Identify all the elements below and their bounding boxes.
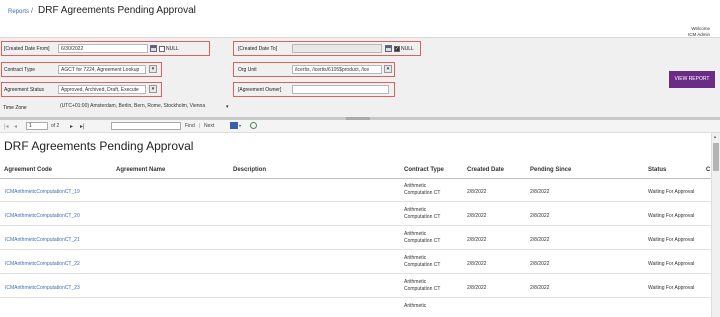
table-row: ICMArithmeticComputationCT_19 Arithmetic…	[0, 179, 711, 202]
column-header-status: Status	[648, 167, 667, 173]
time-zone-label: Time Zone	[3, 105, 27, 111]
refresh-icon[interactable]	[250, 122, 257, 129]
report-toolbar: |◂ ◂ 1 of 2 ▸ ▸| Find | Next ▾	[0, 120, 720, 133]
created-date-cell: 2/8/2022	[467, 285, 487, 291]
pending-since-cell: 2/8/2022	[530, 213, 550, 219]
report-parameters-panel: [Created Date From] 6/30/2022 NULL [Crea…	[0, 37, 720, 117]
created-date-to-input[interactable]	[292, 44, 382, 53]
status-cell: Waiting For Approval	[648, 213, 695, 219]
last-page-icon[interactable]: ▸|	[80, 123, 85, 130]
contract-type-select[interactable]: AGCT for 7224, Agreement Lookup	[58, 65, 146, 74]
report-body: DRF Agreements Pending Approval Agreemen…	[0, 133, 711, 317]
column-header-c: C	[706, 167, 711, 173]
created-date-cell: 2/8/2022	[467, 189, 487, 195]
contract-type-cell: Arithmetic Computation CT	[404, 183, 441, 196]
calendar-icon[interactable]	[385, 45, 392, 52]
agreement-code-link[interactable]: ICMArithmeticComputationCT_23	[5, 285, 80, 291]
export-dropdown-icon[interactable]: ▾	[239, 123, 241, 128]
org-unit-label: Org Unit	[238, 67, 257, 73]
table-row: ICMArithmeticComputationCT_23 Arithmetic…	[0, 275, 711, 298]
column-header-created-date: Created Date	[467, 167, 505, 173]
status-cell: Waiting For Approval	[648, 261, 695, 267]
column-header-agreement-name: Agreement Name	[116, 167, 166, 173]
created-date-from-label: [Created Date From]	[4, 46, 50, 52]
prev-page-icon[interactable]: ◂	[14, 123, 17, 130]
contract-type-cell: Arithmetic	[404, 303, 427, 309]
report-title: DRF Agreements Pending Approval	[4, 139, 194, 153]
agreement-code-link[interactable]: ICMArithmeticComputationCT_21	[5, 237, 80, 243]
null-label: NULL	[166, 46, 179, 52]
agreement-owner-label: [Agreement Owner]	[238, 87, 282, 93]
created-date-cell: 2/8/2022	[467, 213, 487, 219]
contract-type-cell: Arithmetic Computation CT	[404, 279, 441, 292]
next-page-icon[interactable]: ▸	[70, 123, 73, 130]
find-input[interactable]	[111, 122, 181, 130]
page-number-input[interactable]: 1	[26, 122, 48, 130]
view-report-button[interactable]: VIEW REPORT	[669, 71, 715, 88]
status-cell: Waiting For Approval	[648, 189, 695, 195]
time-zone-select[interactable]: (UTC+01:00) Amsterdam, Berlin, Bern, Rom…	[58, 102, 224, 111]
column-header-pending-since: Pending Since	[530, 167, 572, 173]
column-header-agreement-code: Agreement Code	[4, 167, 53, 173]
calendar-icon[interactable]	[150, 45, 157, 52]
created-date-from-null-checkbox[interactable]	[159, 46, 165, 52]
breadcrumb-separator: /	[31, 8, 33, 15]
find-link[interactable]: Find	[185, 123, 195, 129]
scrollbar-thumb[interactable]	[713, 143, 719, 171]
pending-since-cell: 2/8/2022	[530, 285, 550, 291]
pending-since-cell: 2/8/2022	[530, 189, 550, 195]
created-date-cell: 2/8/2022	[467, 261, 487, 267]
breadcrumb-reports[interactable]: Reports	[8, 9, 29, 15]
dropdown-icon[interactable]: ▾	[149, 85, 157, 93]
contract-type-cell: Arithmetic Computation CT	[404, 207, 441, 220]
agreement-status-select[interactable]: Approved, Archived, Draft, Execute	[58, 85, 146, 94]
first-page-icon[interactable]: |◂	[4, 123, 9, 130]
agreement-code-link[interactable]: ICMArithmeticComputationCT_22	[5, 261, 80, 267]
page-title: DRF Agreements Pending Approval	[38, 5, 196, 16]
null-label: NULL	[401, 46, 414, 52]
column-header-description: Description	[233, 167, 267, 173]
dropdown-icon[interactable]: ▾	[226, 104, 229, 110]
pending-since-cell: 2/8/2022	[530, 261, 550, 267]
contract-type-cell: Arithmetic Computation CT	[404, 231, 441, 244]
created-date-from-input[interactable]: 6/30/2022	[58, 44, 148, 53]
agreement-owner-input[interactable]	[292, 85, 389, 94]
table-row: ICMArithmeticComputationCT_20 Arithmetic…	[0, 203, 711, 226]
toolbar-separator: |	[199, 123, 201, 129]
pending-since-cell: 2/8/2022	[530, 237, 550, 243]
status-cell: Waiting For Approval	[648, 237, 695, 243]
contract-type-label: Contract Type	[4, 67, 36, 73]
agreement-code-link[interactable]: ICMArithmeticComputationCT_20	[5, 213, 80, 219]
table-row: ICMArithmeticComputationCT_21 Arithmetic…	[0, 227, 711, 250]
status-cell: Waiting For Approval	[648, 285, 695, 291]
created-date-cell: 2/8/2022	[467, 237, 487, 243]
agreement-code-link[interactable]: ICMArithmeticComputationCT_19	[5, 189, 80, 195]
next-link[interactable]: Next	[204, 123, 214, 129]
created-date-to-null-checkbox[interactable]: ✓	[394, 46, 400, 52]
agreement-status-label: Agreement Status	[4, 87, 45, 93]
vertical-scrollbar[interactable]: ▲	[711, 133, 720, 317]
top-bar: Reports / DRF Agreements Pending Approva…	[0, 0, 720, 37]
scroll-up-icon[interactable]: ▲	[713, 134, 717, 139]
org-unit-select[interactable]: /icertis, /icertis/6105$product, /ice	[292, 65, 382, 74]
dropdown-icon[interactable]: ▾	[149, 65, 157, 73]
export-icon[interactable]	[230, 122, 238, 129]
table-row: ICMArithmeticComputationCT_22 Arithmetic…	[0, 251, 711, 274]
created-date-to-label: [Created Date To]	[238, 46, 278, 52]
table-row: Arithmetic	[0, 299, 711, 317]
contract-type-cell: Arithmetic Computation CT	[404, 255, 441, 268]
column-header-contract-type: Contract Type	[404, 167, 444, 173]
page-count-label: of 2	[51, 123, 60, 129]
dropdown-icon[interactable]: ▾	[384, 65, 392, 73]
